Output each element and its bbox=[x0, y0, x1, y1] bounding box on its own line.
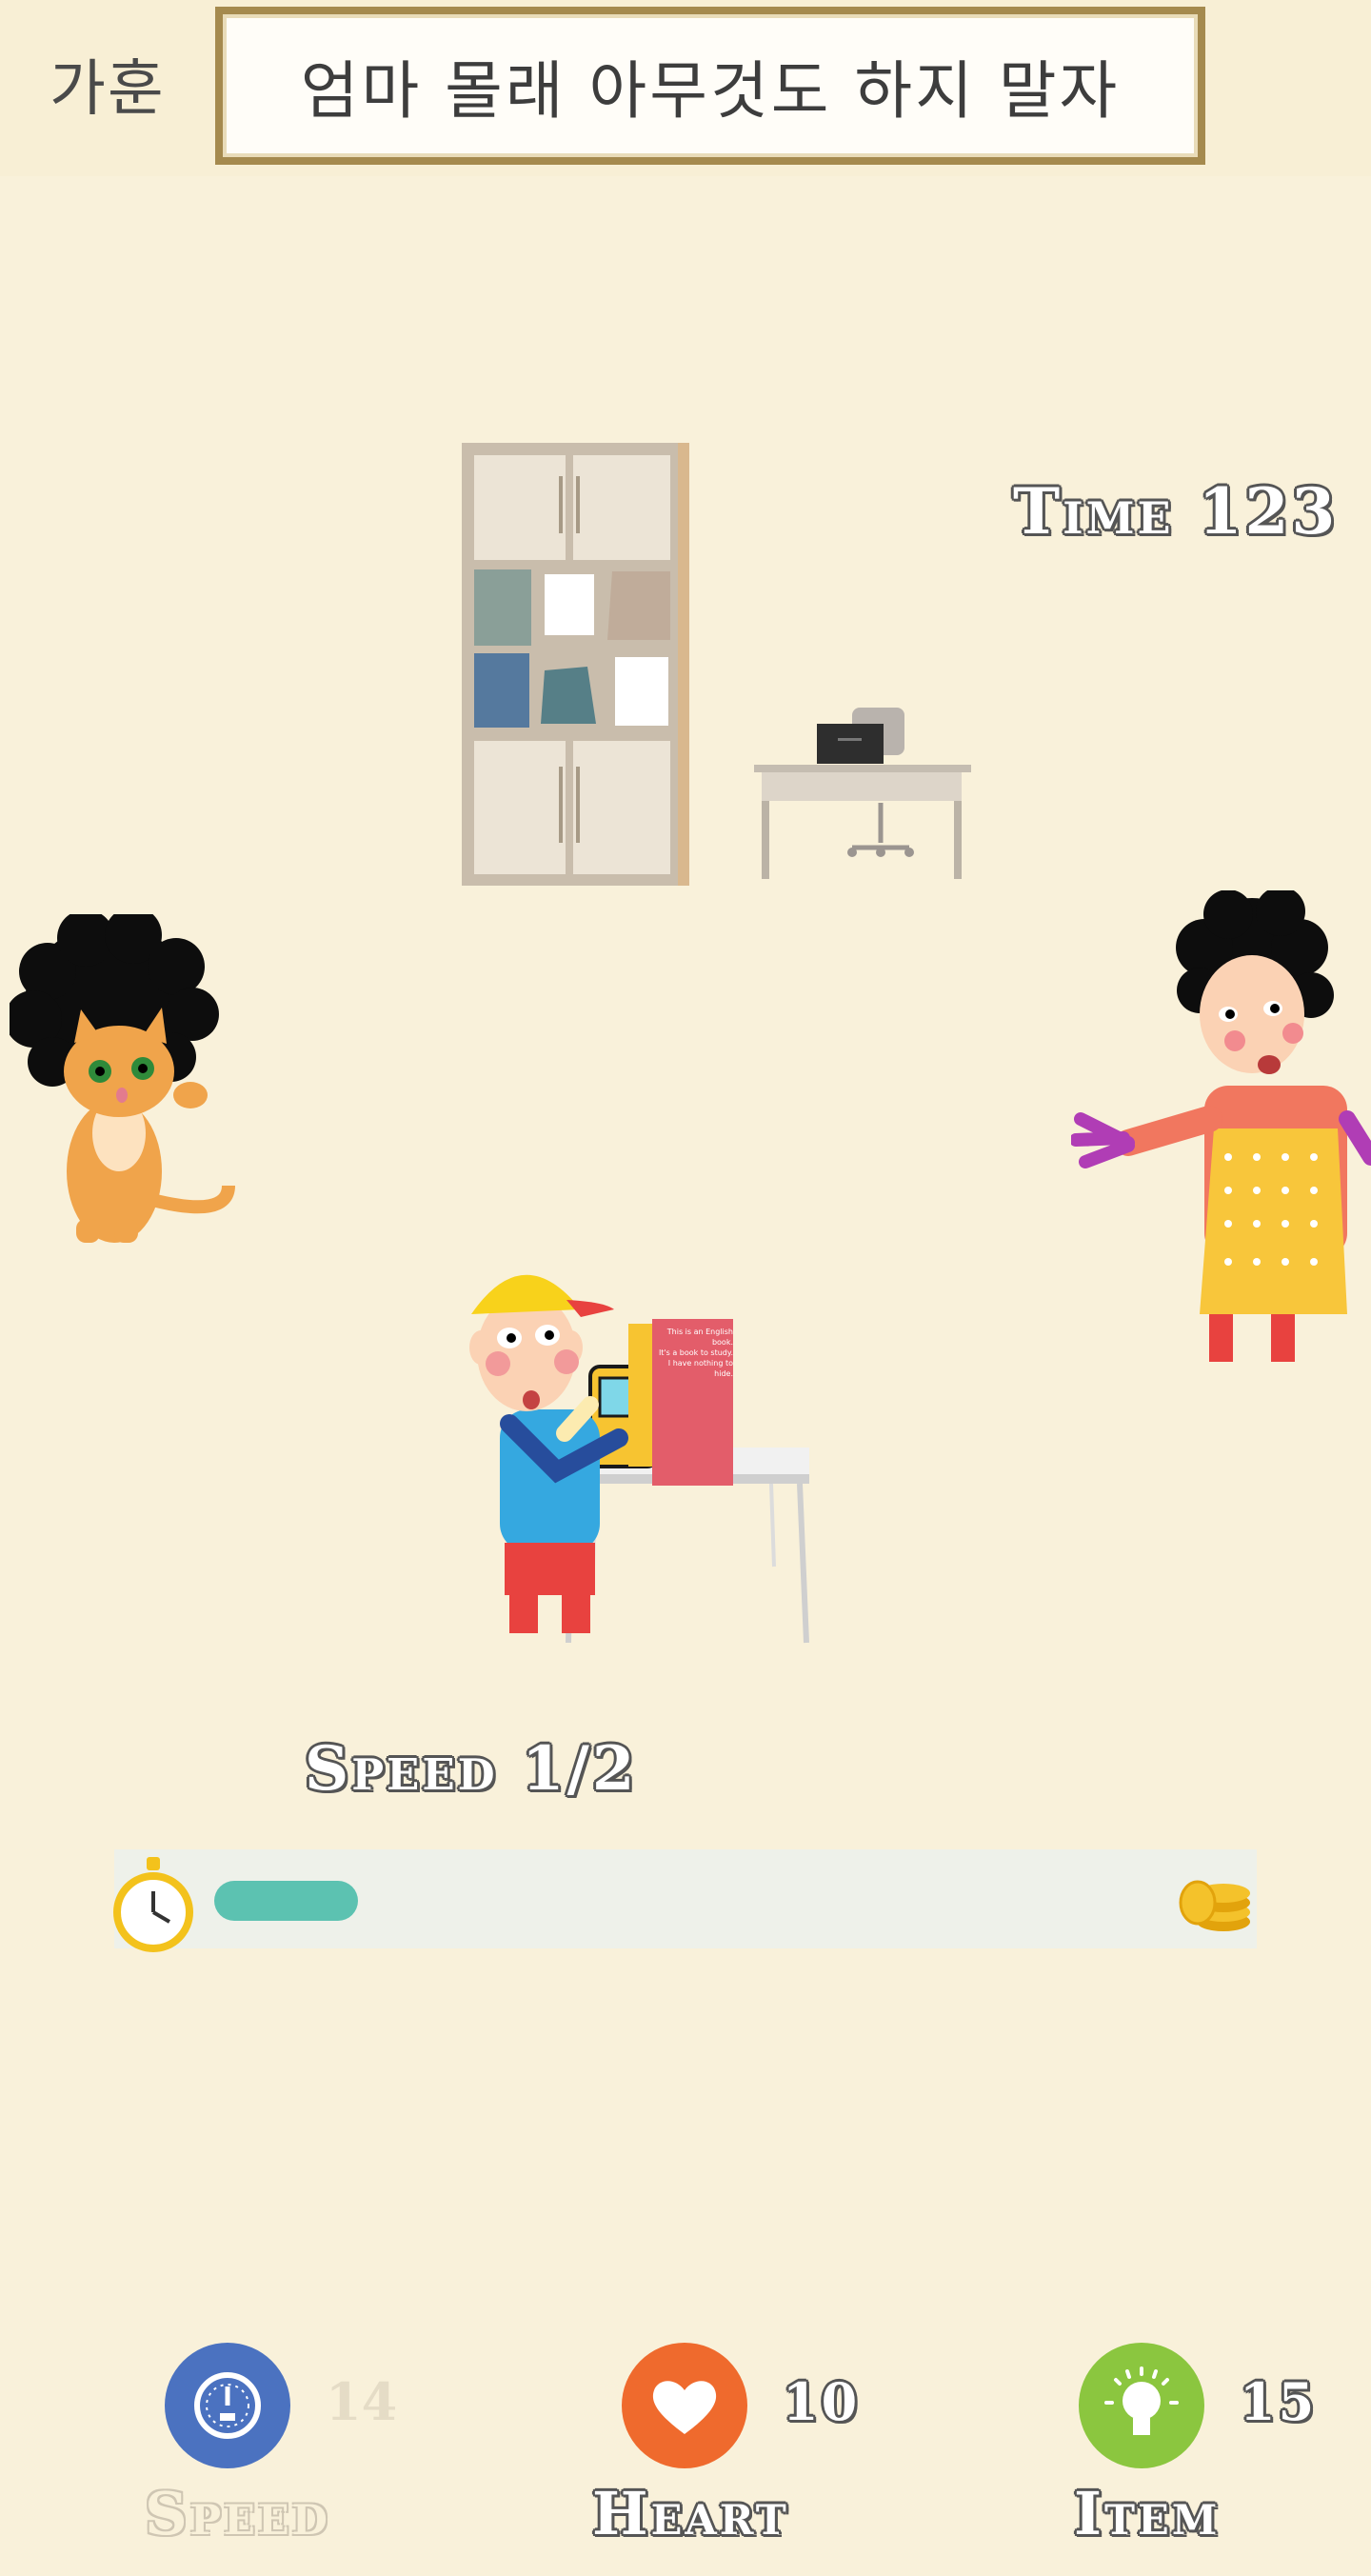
book-line: I have nothing to hide. bbox=[667, 1359, 733, 1378]
motto-text: 엄마 몰래 아무것도 하지 말자 bbox=[300, 54, 1121, 128]
speed-button[interactable] bbox=[165, 2343, 290, 2468]
boy-character bbox=[469, 1274, 809, 1644]
heart-count: 10 bbox=[783, 2371, 861, 2432]
heart-label: Heart bbox=[592, 2479, 789, 2548]
motto-frame: 엄마 몰래 아무것도 하지 말자 bbox=[215, 7, 1205, 165]
time-counter: Time 123 bbox=[1013, 474, 1339, 549]
mom-character bbox=[1071, 890, 1371, 1362]
progress-fill bbox=[214, 1881, 358, 1921]
heart-button[interactable] bbox=[622, 2343, 747, 2468]
speed-label: Speed bbox=[145, 2479, 330, 2548]
motto-label: 가훈 bbox=[50, 54, 166, 125]
cat-character bbox=[10, 914, 235, 1243]
heart-icon bbox=[652, 2381, 717, 2434]
coins-icon bbox=[1179, 1880, 1250, 1931]
item-count: 15 bbox=[1240, 2371, 1318, 2432]
book-line: It's a book to study. bbox=[658, 1348, 733, 1357]
item-label: Item bbox=[1074, 2479, 1221, 2548]
lightbulb-icon bbox=[1104, 2366, 1179, 2435]
speedometer-icon bbox=[194, 2372, 261, 2439]
stopwatch-icon bbox=[113, 1857, 193, 1952]
speed-count: 14 bbox=[326, 2371, 398, 2432]
desk-icon bbox=[754, 708, 971, 879]
book-text: This is an English book. It's a book to … bbox=[655, 1327, 733, 1379]
book-line: This is an English book. bbox=[666, 1328, 733, 1347]
item-button[interactable] bbox=[1079, 2343, 1204, 2468]
bookshelf-icon bbox=[462, 443, 689, 886]
game-speed-indicator: Speed 1/2 bbox=[305, 1733, 638, 1805]
